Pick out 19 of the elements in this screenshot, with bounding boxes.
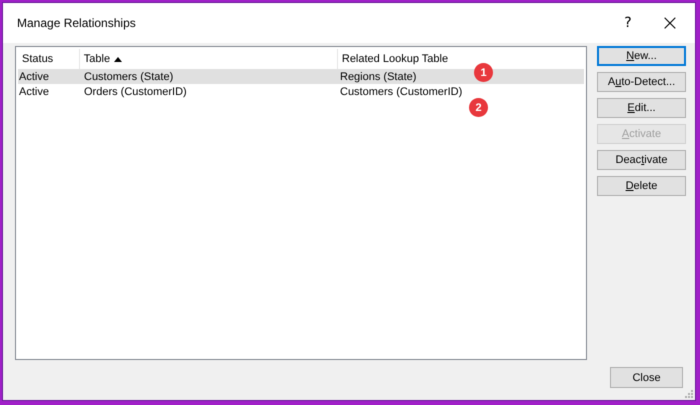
- window-title: Manage Relationships: [17, 16, 136, 30]
- table-cell-text: Orders (CustomerID): [83, 86, 188, 98]
- table-cell-text: Active: [18, 70, 50, 82]
- dialog-button[interactable]: Deactivate: [597, 150, 686, 170]
- table-cell: Regions (State): [339, 70, 416, 82]
- table-cell: Customers (CustomerID): [339, 86, 462, 98]
- resize-grip-icon[interactable]: [685, 390, 693, 398]
- step-badge: 2: [469, 98, 488, 117]
- close-button[interactable]: ×: [649, 7, 691, 39]
- dialog-button[interactable]: Auto-Detect...: [597, 72, 686, 92]
- step-badge: 1: [474, 63, 493, 82]
- close-button[interactable]: Close: [610, 367, 683, 388]
- table-cell-text: Active: [18, 86, 50, 98]
- table-row[interactable]: Active Orders (CustomerID) Customers (CustomerID): [18, 84, 584, 99]
- help-button[interactable]: ?: [607, 7, 649, 39]
- dialog-button[interactable]: New...: [597, 46, 686, 66]
- table-cell-text: Customers (State): [83, 70, 174, 82]
- dialog-button[interactable]: Edit...: [597, 98, 686, 118]
- dialog-button[interactable]: Delete: [597, 176, 686, 196]
